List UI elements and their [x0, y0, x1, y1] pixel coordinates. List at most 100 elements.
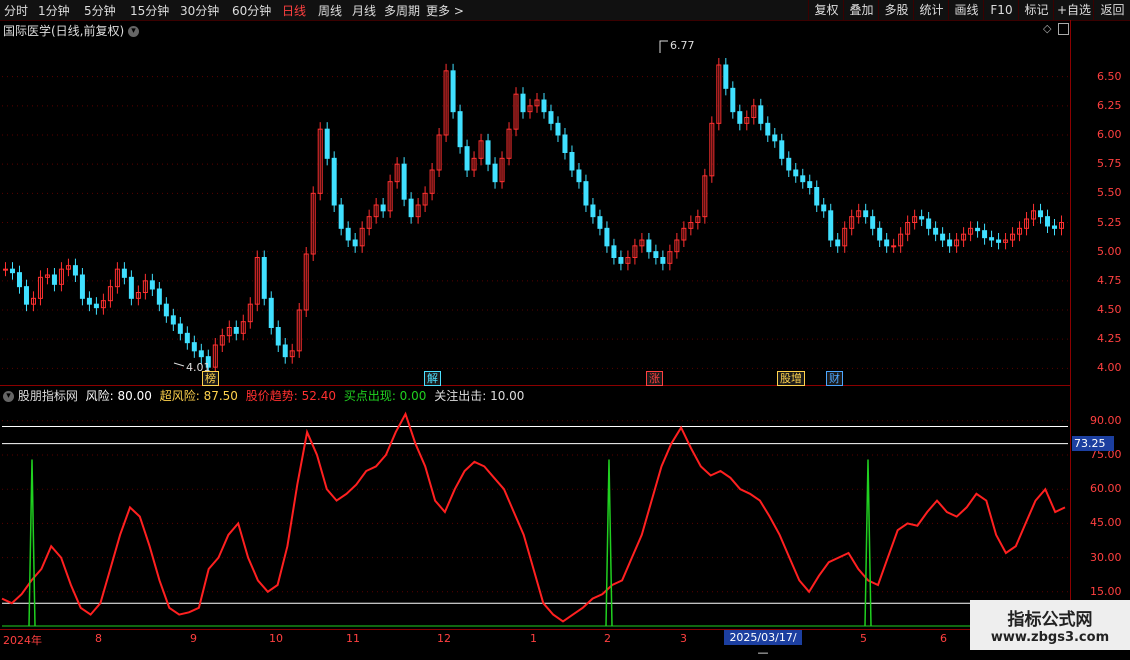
candle-body [590, 204, 596, 218]
candle-body [786, 157, 792, 171]
candle-body [345, 227, 351, 241]
candle-body [835, 239, 841, 247]
indicator-tick-label: 45.00 [1090, 516, 1122, 530]
candle-body [548, 111, 554, 124]
high-price-label: 6.77 [670, 39, 695, 52]
price-tick-label: 6.50 [1097, 69, 1122, 83]
candle-body [569, 152, 575, 171]
candle-body [996, 239, 1002, 243]
candle-body [828, 210, 834, 241]
candle-body [198, 350, 204, 358]
candle-body [807, 181, 813, 189]
candle-body [583, 181, 589, 206]
candle-body [275, 327, 281, 346]
x-axis-label: 9 [190, 632, 197, 645]
candle-body [149, 280, 155, 290]
candle-body [380, 204, 386, 212]
candle-body [765, 122, 771, 136]
candle-body [2, 268, 8, 271]
candle-body [72, 265, 78, 276]
candle-body [79, 274, 85, 299]
event-badge[interactable]: 解 [424, 371, 441, 386]
price-tick-label: 4.50 [1097, 303, 1122, 316]
x-axis-label: 2024年 [3, 634, 42, 647]
x-axis-label: 12 [437, 632, 451, 645]
x-axis-label: 11 [346, 632, 360, 645]
candle-body [268, 297, 274, 329]
candle-body [1045, 216, 1051, 227]
candle-body [163, 303, 169, 317]
low-price-label: 4.01 [186, 361, 211, 374]
candle-body [1038, 210, 1044, 218]
candle-body [821, 204, 827, 212]
candle-body [93, 303, 99, 309]
candle-body [940, 233, 946, 241]
candle-body [562, 134, 568, 153]
indicator-tick-label: 15.00 [1090, 584, 1122, 598]
candle-body [520, 93, 526, 113]
candle-body [177, 323, 183, 334]
price-tick-label: 5.00 [1097, 244, 1122, 258]
candle-body [121, 268, 127, 278]
candle-body [485, 140, 491, 165]
candle-body [800, 175, 806, 183]
price-tick-label: 4.00 [1097, 361, 1122, 375]
candle-body [779, 140, 785, 159]
price-tick-label: 4.25 [1097, 332, 1122, 346]
candle-body [170, 315, 176, 325]
candle-body [863, 210, 869, 218]
watermark-logo: 指标公式网 www.zbgs3.com [970, 600, 1130, 650]
candle-body [730, 87, 736, 113]
current-value-box: 73.25 [1072, 436, 1114, 451]
candle-body [86, 297, 92, 305]
price-tick-label: 5.75 [1097, 157, 1122, 171]
candle-body [555, 122, 561, 136]
x-axis-label: 1 [530, 632, 537, 645]
high-marker [659, 40, 668, 53]
price-tick-label: 4.75 [1097, 273, 1122, 287]
candle-body [541, 99, 547, 113]
candle-body [492, 163, 498, 183]
cursor-date-box: 2025/03/17/— [724, 630, 802, 659]
candle-body [464, 146, 470, 171]
candle-body [331, 157, 337, 206]
candle-body [982, 230, 988, 239]
candle-body [16, 272, 22, 288]
buy-signal-spike [864, 459, 872, 627]
candle-body [23, 286, 29, 305]
candle-body [989, 237, 995, 241]
event-badge[interactable]: 财 [826, 371, 843, 386]
indicator-tick-label: 60.00 [1090, 482, 1122, 496]
x-axis-label: 5 [860, 632, 867, 645]
candle-body [401, 163, 407, 200]
candle-body [156, 288, 162, 305]
candle-body [233, 327, 239, 334]
candle-body [611, 245, 617, 258]
x-axis-label: 10 [269, 632, 283, 645]
candle-body [604, 227, 610, 247]
candle-body [814, 187, 820, 206]
candle-body [51, 274, 57, 285]
event-badge[interactable]: 涨 [646, 371, 663, 386]
candle-body [191, 342, 197, 352]
candle-body [352, 239, 358, 247]
buy-signal-spike [28, 459, 36, 627]
candle-body [793, 169, 799, 177]
chart-canvas[interactable] [0, 0, 1130, 650]
candle-body [338, 204, 344, 229]
candle-body [457, 111, 463, 148]
indicator-tick-label: 90.00 [1090, 413, 1122, 427]
candle-body [576, 169, 582, 183]
candle-body [737, 111, 743, 124]
candle-body [877, 227, 883, 241]
watermark-url: www.zbgs3.com [990, 630, 1110, 645]
event-badge[interactable]: 股增 [777, 371, 805, 386]
candle-body [646, 239, 652, 253]
candle-body [9, 268, 15, 274]
candle-body [891, 245, 897, 248]
candle-body [660, 257, 666, 264]
candle-body [1052, 225, 1058, 229]
candle-body [870, 216, 876, 229]
buy-signal-spike [605, 459, 613, 627]
candle-body [653, 251, 659, 259]
